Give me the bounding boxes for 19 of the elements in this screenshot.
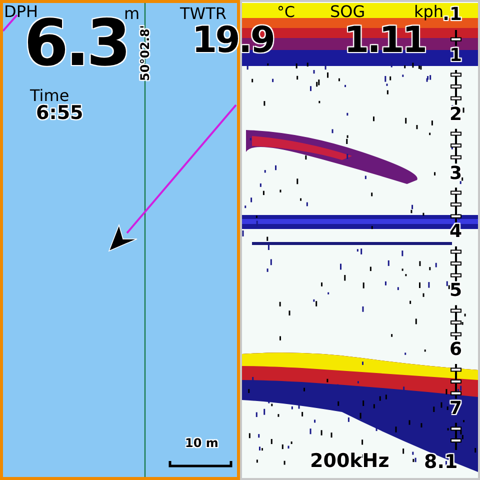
scale-bar-icon bbox=[168, 461, 232, 468]
depth-scale-label: 7 bbox=[449, 400, 462, 418]
time-value: 6:55 bbox=[36, 104, 84, 123]
frequency-label: 200kHz bbox=[310, 452, 390, 471]
boat-arrow-icon bbox=[108, 224, 138, 252]
field-label: TWTR bbox=[180, 6, 226, 22]
field-label: SOG bbox=[330, 4, 366, 20]
depth-scale-label: 5 bbox=[449, 282, 462, 300]
unit-label: m bbox=[124, 6, 140, 22]
unit-label: kph bbox=[414, 4, 444, 20]
scale-label: 10 m bbox=[185, 437, 218, 449]
unit-label: °C bbox=[277, 5, 295, 20]
depth-scale-label: 8.1 bbox=[424, 453, 458, 472]
depth-scale-label: 2 bbox=[449, 106, 462, 124]
depth-scale-label: 6 bbox=[449, 341, 462, 359]
depth-scale-label: 1 bbox=[449, 47, 462, 65]
field-label: Time bbox=[30, 88, 70, 104]
depth-scale-label: 3 bbox=[449, 164, 462, 183]
latitude-label: 50°02.8' bbox=[139, 24, 151, 83]
